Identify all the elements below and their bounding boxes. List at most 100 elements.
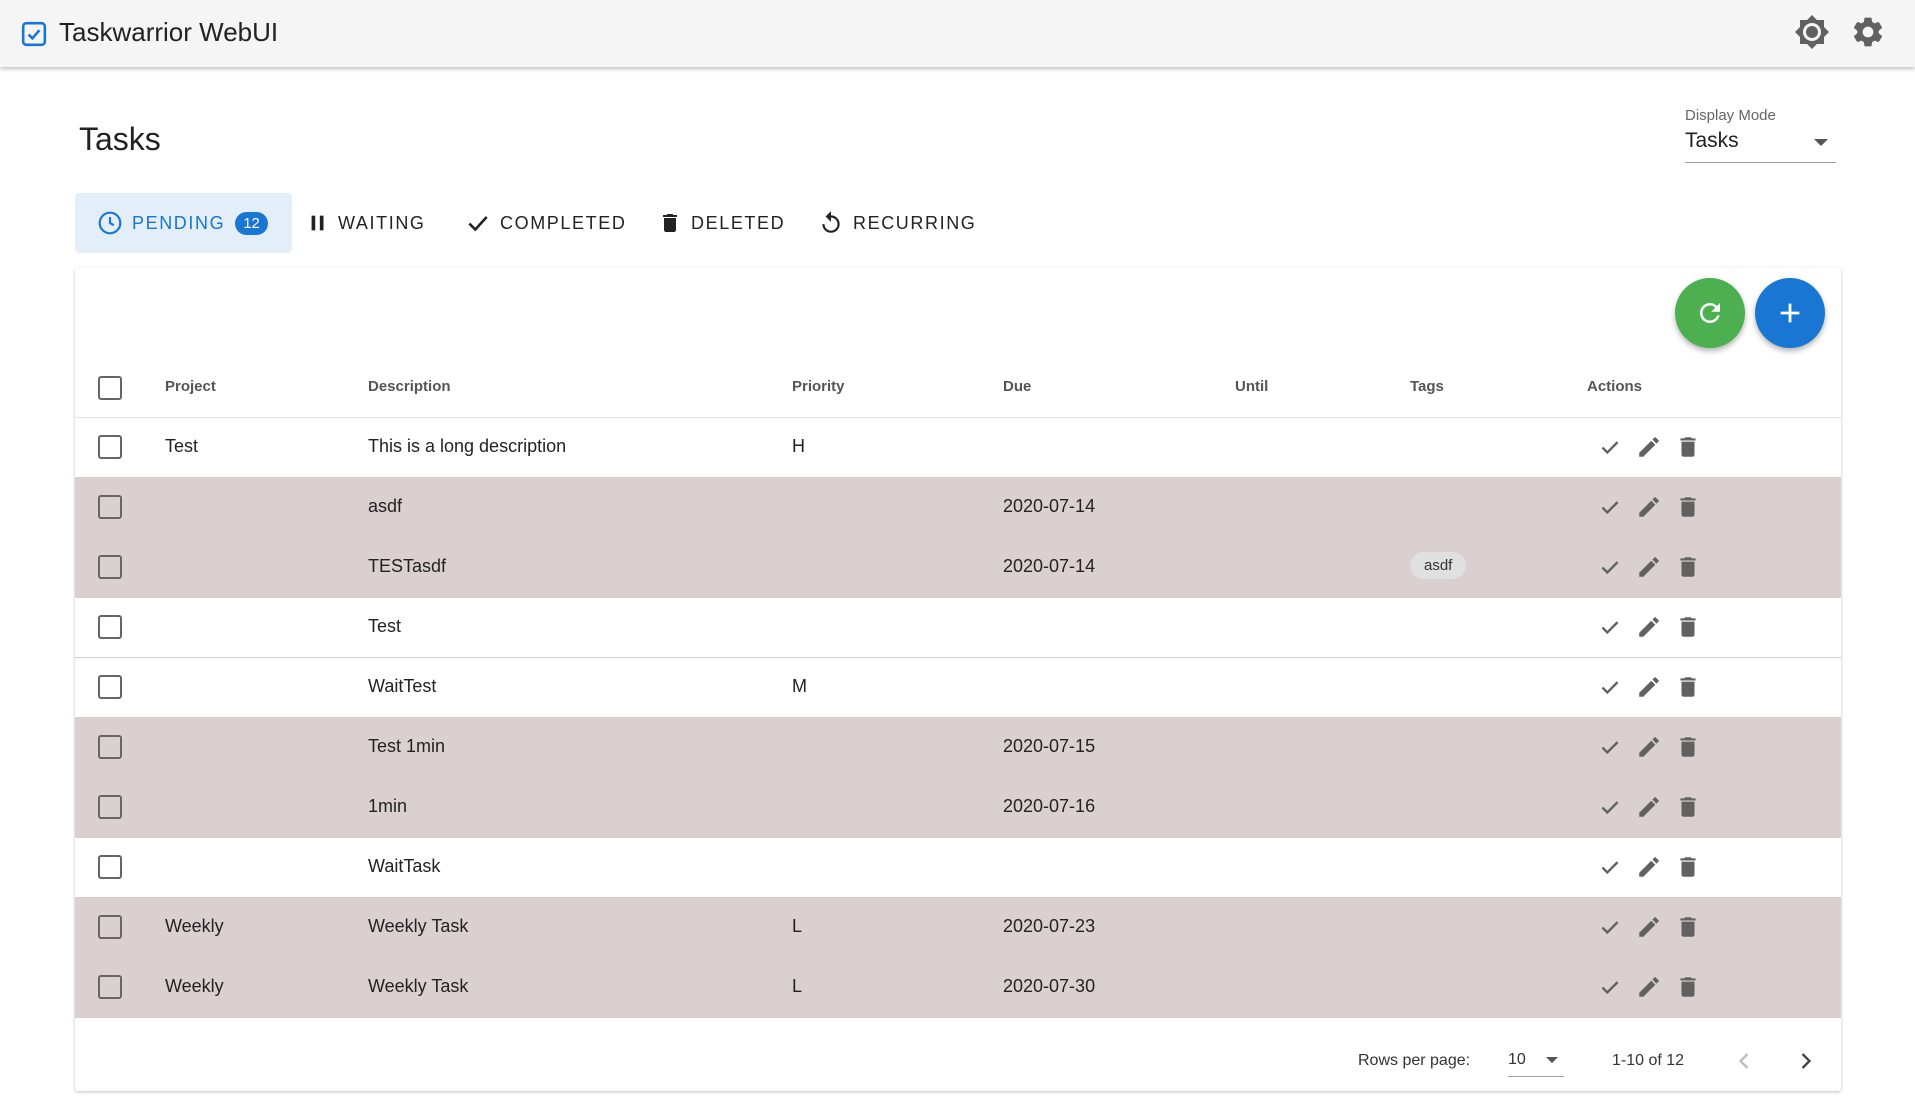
table-row[interactable]: asdf 2020-07-14: [75, 478, 1841, 538]
cell-priority: H: [792, 436, 805, 456]
tab-pending-label: PENDING: [132, 212, 226, 233]
delete-trash-icon[interactable]: [1675, 854, 1701, 880]
tag-chip[interactable]: asdf: [1410, 552, 1467, 579]
complete-check-icon[interactable]: [1597, 914, 1623, 940]
refresh-button[interactable]: [1675, 278, 1745, 348]
cell-due: 2020-07-14: [1003, 556, 1096, 576]
edit-pencil-icon[interactable]: [1636, 794, 1662, 820]
header-project[interactable]: Project: [165, 378, 216, 395]
prev-page-icon[interactable]: [1730, 1047, 1758, 1075]
tab-pending[interactable]: PENDING 12: [75, 193, 292, 253]
edit-pencil-icon[interactable]: [1636, 734, 1662, 760]
complete-check-icon[interactable]: [1597, 554, 1623, 580]
delete-trash-icon[interactable]: [1675, 794, 1701, 820]
tab-recurring[interactable]: RECURRING: [818, 193, 976, 253]
cell-due: 2020-07-16: [1003, 796, 1096, 816]
display-mode-select[interactable]: Display Mode Tasks: [1685, 107, 1836, 163]
header-priority[interactable]: Priority: [792, 378, 845, 395]
tab-deleted[interactable]: DELETED: [658, 193, 785, 253]
add-task-button[interactable]: [1755, 278, 1825, 348]
table-row[interactable]: Test 1min 2020-07-15: [75, 718, 1841, 778]
edit-pencil-icon[interactable]: [1636, 614, 1662, 640]
row-checkbox[interactable]: [98, 795, 122, 819]
page-range: 1-10 of 12: [1612, 1052, 1685, 1069]
tab-deleted-label: DELETED: [691, 212, 786, 233]
rows-per-page-select[interactable]: 10: [1508, 1043, 1564, 1077]
edit-pencil-icon[interactable]: [1636, 434, 1662, 460]
header-tags[interactable]: Tags: [1410, 378, 1444, 395]
tab-recurring-label: RECURRING: [853, 212, 977, 233]
brightness-icon[interactable]: [1794, 14, 1830, 50]
table-row[interactable]: WaitTest M: [75, 658, 1841, 718]
edit-pencil-icon[interactable]: [1636, 854, 1662, 880]
delete-trash-icon[interactable]: [1675, 674, 1701, 700]
row-checkbox[interactable]: [98, 615, 122, 639]
header-actions: Actions: [1587, 378, 1643, 395]
complete-check-icon[interactable]: [1597, 794, 1623, 820]
cell-description: This is a long description: [368, 436, 567, 456]
table-row[interactable]: Test This is a long description H: [75, 418, 1841, 478]
table-row[interactable]: Weekly Weekly Task L 2020-07-23: [75, 898, 1841, 958]
rows-per-page-value: 10: [1508, 1051, 1526, 1068]
table-row[interactable]: Test: [75, 598, 1841, 658]
header-description[interactable]: Description: [368, 378, 451, 395]
tab-waiting[interactable]: WAITING: [307, 193, 426, 253]
row-checkbox[interactable]: [98, 435, 122, 459]
delete-trash-icon[interactable]: [1675, 614, 1701, 640]
delete-trash-icon[interactable]: [1675, 734, 1701, 760]
table-row[interactable]: TESTasdf 2020-07-14 asdf: [75, 538, 1841, 598]
task-checkbox-logo-icon: [21, 21, 47, 47]
edit-pencil-icon[interactable]: [1636, 974, 1662, 1000]
cell-project: Weekly: [165, 976, 224, 996]
header-until[interactable]: Until: [1235, 378, 1268, 395]
trash-icon: [663, 214, 677, 232]
tasks-card: Project Description Priority Due Until T…: [75, 268, 1841, 1091]
table-header: Project Description Priority Due Until T…: [75, 358, 1841, 418]
cell-description: Weekly Task: [368, 976, 469, 996]
cell-description: Weekly Task: [368, 916, 469, 936]
table-row[interactable]: WaitTask: [75, 838, 1841, 898]
cell-priority: M: [792, 676, 807, 696]
cell-project: Test: [165, 436, 199, 456]
delete-trash-icon[interactable]: [1675, 494, 1701, 520]
row-checkbox[interactable]: [98, 495, 122, 519]
cell-due: 2020-07-14: [1003, 496, 1096, 516]
table-row[interactable]: Weekly Weekly Task L 2020-07-30: [75, 958, 1841, 1018]
gear-icon[interactable]: [1850, 14, 1886, 50]
delete-trash-icon[interactable]: [1675, 434, 1701, 460]
plus-icon: [1780, 303, 1800, 323]
table-footer: Rows per page: 10 1-10 of 12: [75, 1031, 1841, 1091]
complete-check-icon[interactable]: [1597, 614, 1623, 640]
edit-pencil-icon[interactable]: [1636, 494, 1662, 520]
edit-pencil-icon[interactable]: [1636, 914, 1662, 940]
table-row[interactable]: 1min 2020-07-16: [75, 778, 1841, 838]
edit-pencil-icon[interactable]: [1636, 674, 1662, 700]
row-checkbox[interactable]: [98, 555, 122, 579]
complete-check-icon[interactable]: [1597, 734, 1623, 760]
refresh-icon: [1700, 303, 1720, 323]
tab-completed[interactable]: COMPLETED: [465, 193, 626, 253]
row-checkbox[interactable]: [98, 915, 122, 939]
tab-waiting-label: WAITING: [338, 212, 426, 233]
row-checkbox[interactable]: [98, 735, 122, 759]
cell-description: WaitTask: [368, 856, 441, 876]
edit-pencil-icon[interactable]: [1636, 554, 1662, 580]
delete-trash-icon[interactable]: [1675, 914, 1701, 940]
cell-description: WaitTest: [368, 676, 437, 696]
cell-project: Weekly: [165, 916, 224, 936]
row-checkbox[interactable]: [98, 675, 122, 699]
complete-check-icon[interactable]: [1597, 974, 1623, 1000]
next-page-icon[interactable]: [1792, 1047, 1820, 1075]
tab-completed-label: COMPLETED: [500, 212, 627, 233]
select-all-checkbox[interactable]: [98, 376, 122, 400]
row-checkbox[interactable]: [98, 975, 122, 999]
clock-icon: [98, 211, 122, 235]
row-checkbox[interactable]: [98, 855, 122, 879]
delete-trash-icon[interactable]: [1675, 974, 1701, 1000]
complete-check-icon[interactable]: [1597, 494, 1623, 520]
complete-check-icon[interactable]: [1597, 674, 1623, 700]
delete-trash-icon[interactable]: [1675, 554, 1701, 580]
complete-check-icon[interactable]: [1597, 854, 1623, 880]
complete-check-icon[interactable]: [1597, 434, 1623, 460]
header-due[interactable]: Due: [1003, 378, 1031, 395]
